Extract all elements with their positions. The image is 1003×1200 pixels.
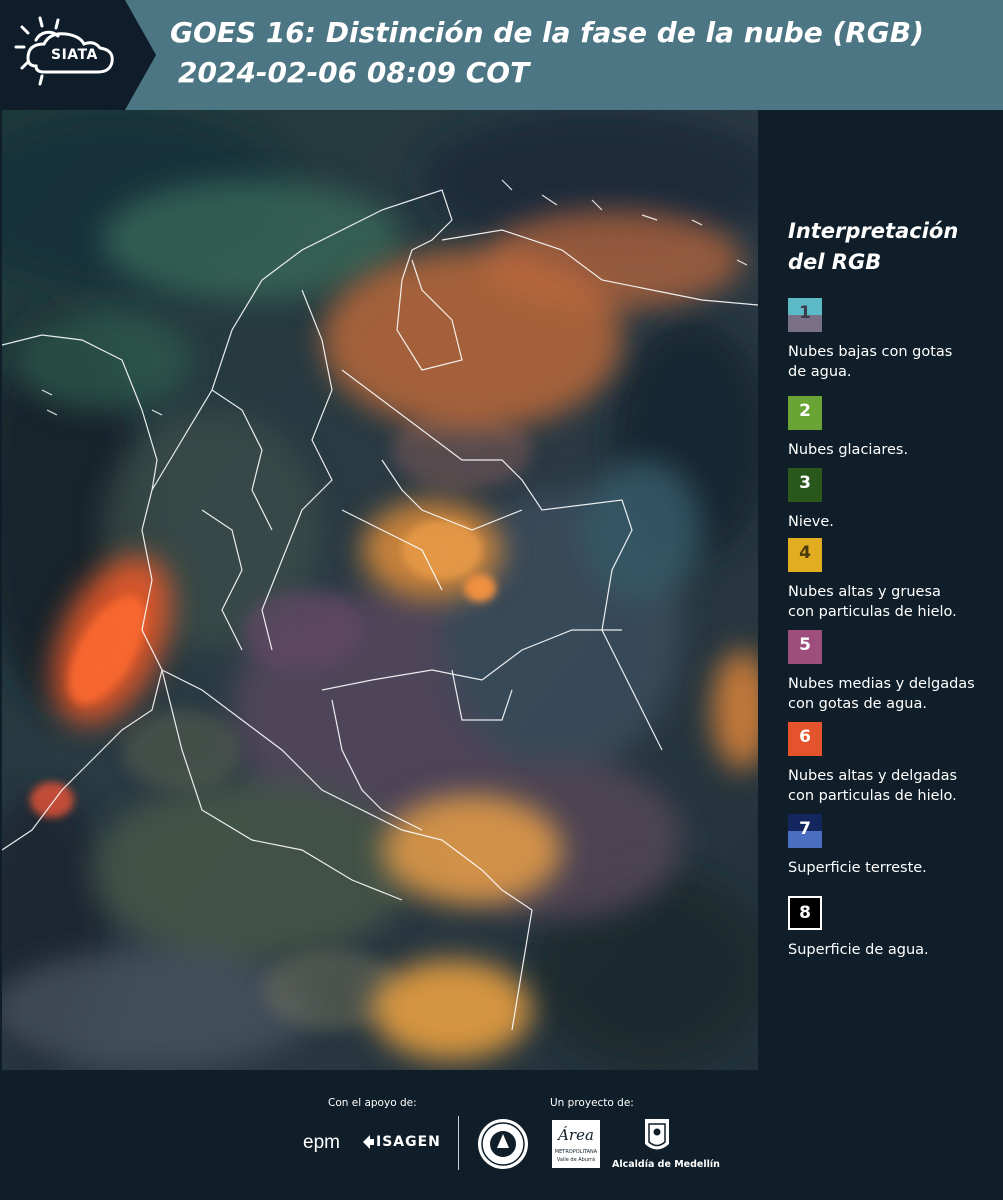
- legend-swatch-5: 5: [788, 630, 822, 664]
- legend-item-label-line: Nubes bajas con gotas: [788, 344, 953, 360]
- legend-item-label-7: Superficie terreste.: [788, 858, 998, 878]
- legend-swatch-number: 7: [799, 819, 811, 839]
- legend-swatch-number: 3: [799, 473, 811, 493]
- university-seal-icon: [478, 1119, 528, 1169]
- legend-item-label-line: con particulas de hielo.: [788, 788, 957, 804]
- legend-item-label-line: Nubes glaciares.: [788, 442, 909, 458]
- legend-item-label-1: Nubes bajas con gotas de agua.: [788, 342, 998, 382]
- medellin-coat-of-arms-icon: [645, 1119, 669, 1150]
- legend-item-label-line: de agua.: [788, 364, 852, 380]
- legend-item-label-line: Superficie de agua.: [788, 942, 929, 958]
- legend-swatch-number: 1: [799, 303, 811, 323]
- legend-item-label-line: Nubes altas y gruesa: [788, 584, 941, 600]
- legend-swatch-3: 3: [788, 468, 822, 502]
- footer: Con el apoyo de: Un proyecto de: epm ISA…: [0, 1070, 1003, 1200]
- legend-title-line-1: Interpretación: [788, 219, 959, 243]
- header-bar: SIATA GOES 16: Distinción de la fase de …: [0, 0, 1003, 110]
- legend-item-label-4: Nubes altas y gruesa con particulas de hi…: [788, 582, 998, 622]
- legend-item-label-5: Nubes medias y delgadas con gotas de agua…: [788, 674, 998, 714]
- project-label: Un proyecto de:: [550, 1097, 634, 1109]
- legend-item-label-line: Superficie terreste.: [788, 860, 927, 876]
- legend-swatch-number: 6: [799, 727, 811, 747]
- legend-item-label-3: Nieve.: [788, 512, 998, 532]
- legend-swatch-6: 6: [788, 722, 822, 756]
- footer-divider: [458, 1116, 459, 1170]
- legend-swatch-2: 2: [788, 396, 822, 430]
- legend-item-label-line: Nieve.: [788, 514, 834, 530]
- legend-title-line-2: del RGB: [788, 250, 882, 274]
- satellite-image: [2, 110, 758, 1070]
- legend-item-label-6: Nubes altas y delgadas con particulas de …: [788, 766, 998, 806]
- legend-swatch-number: 4: [799, 543, 811, 563]
- legend-swatch-number: 2: [799, 401, 811, 421]
- legend-item-label-line: con particulas de hielo.: [788, 604, 957, 620]
- legend-title: Interpretación del RGB: [788, 216, 988, 278]
- area-logo-line2: Valle de Aburrá: [556, 1157, 596, 1163]
- legend-swatch-4: 4: [788, 538, 822, 572]
- isagen-logo: ISAGEN: [376, 1134, 441, 1150]
- alcaldia-logo-text: Alcaldía de Medellín: [612, 1159, 720, 1170]
- legend-swatch-8: 8: [788, 896, 822, 930]
- legend-swatch-7: 7: [788, 814, 822, 848]
- siata-logo: SIATA: [0, 0, 156, 110]
- satellite-map: [2, 110, 758, 1070]
- area-logo-name: Área: [558, 1126, 594, 1144]
- page-title: GOES 16: Distinción de la fase de la nub…: [170, 16, 924, 49]
- area-metropolitana-logo: Área METROPOLITANA Valle de Aburrá: [552, 1120, 600, 1168]
- legend-swatch-1: 1: [788, 298, 822, 332]
- epm-logo: epm: [303, 1132, 340, 1153]
- legend-swatch-number: 8: [799, 903, 811, 923]
- legend-swatch-number: 5: [799, 635, 811, 655]
- legend-panel: Interpretación del RGB 1 Nubes bajas con …: [760, 110, 1003, 1070]
- support-label: Con el apoyo de:: [328, 1097, 417, 1109]
- legend-item-label-2: Nubes glaciares.: [788, 440, 998, 460]
- legend-item-label-8: Superficie de agua.: [788, 940, 998, 960]
- page-subtitle-datetime: 2024-02-06 08:09 COT: [178, 56, 530, 89]
- legend-item-label-line: con gotas de agua.: [788, 696, 927, 712]
- logo-text: SIATA: [51, 47, 98, 63]
- area-logo-line1: METROPOLITANA: [554, 1149, 598, 1155]
- legend-item-label-line: Nubes altas y delgadas: [788, 768, 958, 784]
- legend-item-label-line: Nubes medias y delgadas: [788, 676, 975, 692]
- isagen-icon: [363, 1135, 374, 1149]
